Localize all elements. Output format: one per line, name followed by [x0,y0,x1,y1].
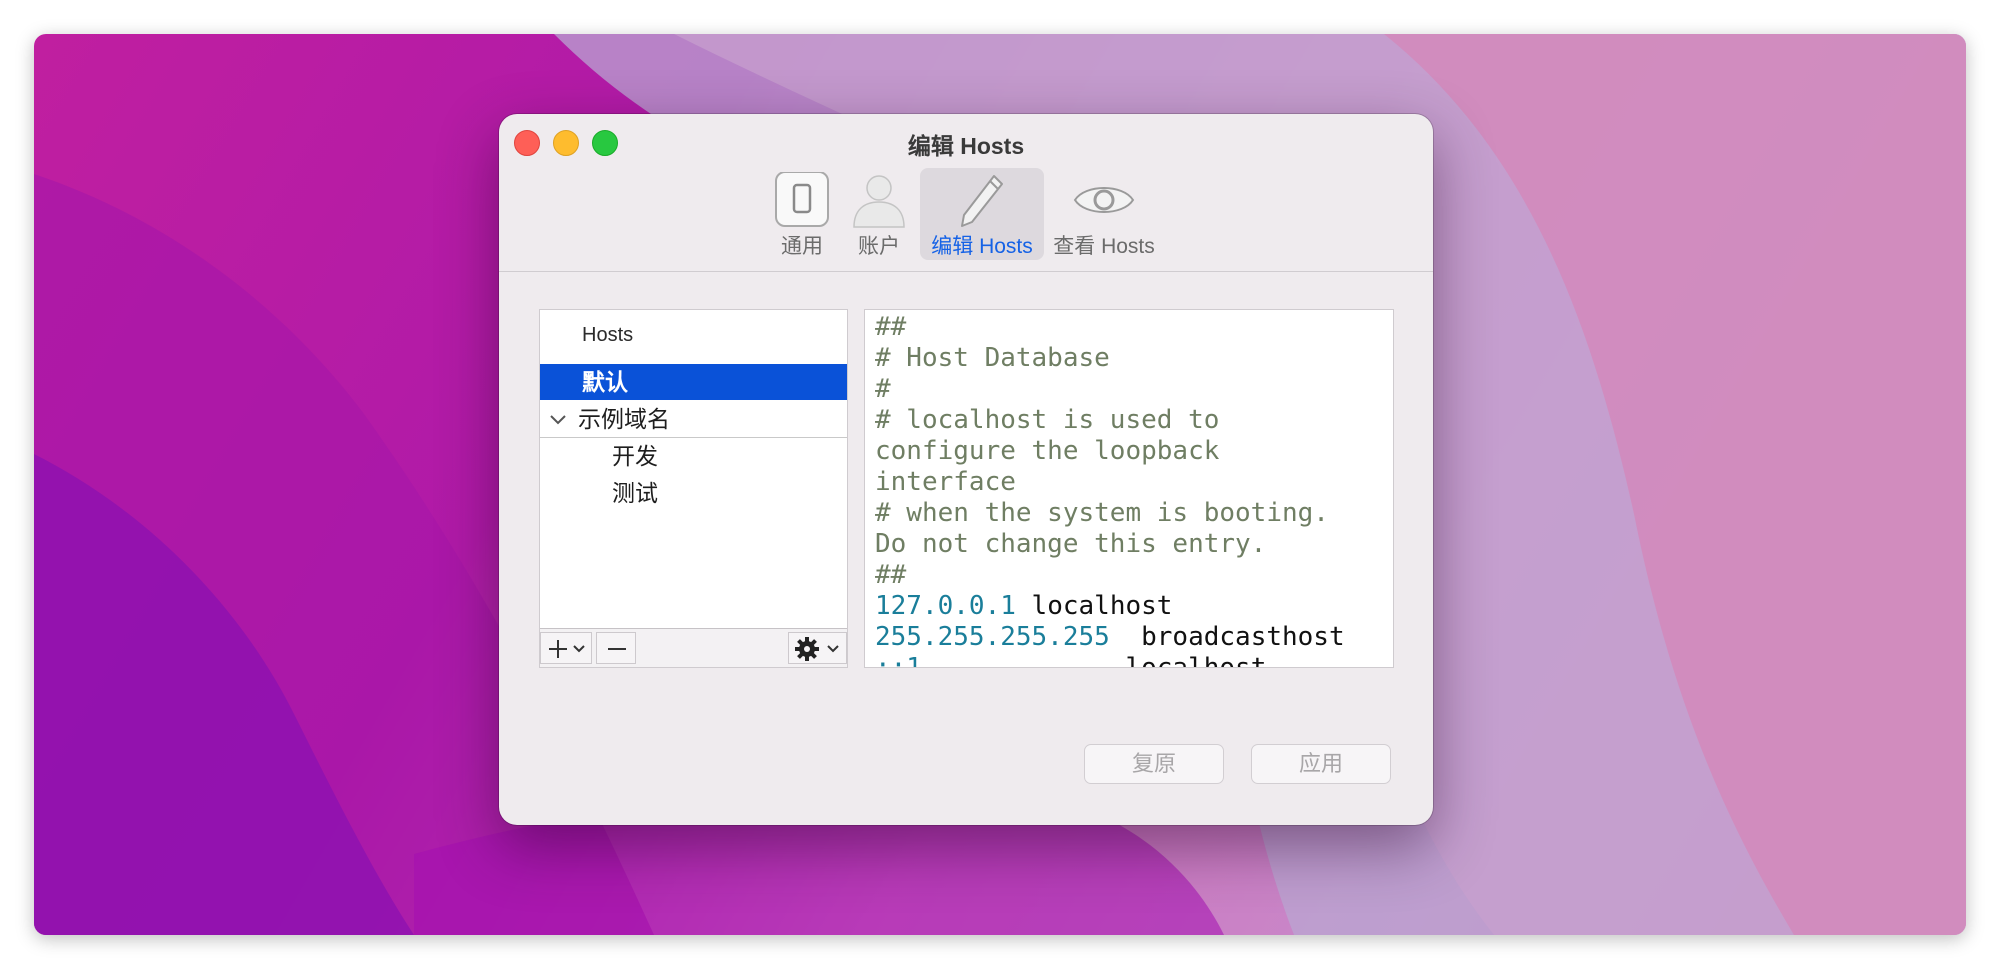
toolbar-divider [499,271,1433,272]
sidebar-action-bar [540,628,847,667]
hosts-editor[interactable]: ## # Host Database # # localhost is used… [864,309,1394,668]
tab-view-hosts-label: 查看 Hosts [1053,235,1155,258]
sidebar-item-label: 默认 [582,369,628,395]
host-entry-name: localhost [1031,591,1173,621]
plus-icon [549,640,585,658]
tab-general[interactable]: 通用 [764,168,840,260]
sidebar-item-label: 测试 [612,480,658,506]
comment-line: # Host Database [875,343,1110,373]
hosts-sidebar: Hosts 默认 示例域名 开发 测试 [539,309,848,668]
sidebar-item-label: 示例域名 [578,406,670,432]
titlebar: 编辑 Hosts 通用 账户 编辑 Hosts 查看 Hosts [499,114,1433,272]
host-entry-ip: 255.255.255.255 [875,622,1110,652]
tab-edit-hosts-label: 编辑 Hosts [931,235,1033,258]
sidebar-item-default[interactable]: 默认 [540,364,847,400]
pencil-icon [920,172,1044,228]
sidebar-item-test[interactable]: 测试 [540,475,847,511]
gear-menu-button[interactable] [788,632,847,664]
gear-icon [795,637,839,661]
tab-account[interactable]: 账户 [844,168,914,260]
tab-general-label: 通用 [781,235,823,258]
revert-button[interactable]: 复原 [1084,744,1224,784]
comment-line: # localhost is used to [875,405,1220,435]
sidebar-item-label: 开发 [612,443,658,469]
apply-button[interactable]: 应用 [1251,744,1391,784]
sidebar-item-dev[interactable]: 开发 [540,438,847,474]
person-icon [844,172,914,228]
host-entry-ip: 127.0.0.1 [875,591,1016,621]
comment-line: # when the system is booting. [875,498,1329,528]
host-entry-name: localhost [1125,653,1267,668]
comment-line: ## [875,560,907,590]
add-button[interactable] [540,632,592,664]
comment-line: configure the loopback [875,436,1220,466]
tab-view-hosts[interactable]: 查看 Hosts [1049,168,1159,260]
window-title: 编辑 Hosts [907,133,1025,159]
eye-icon [1049,172,1159,228]
tab-account-label: 账户 [858,235,900,258]
chevron-down-icon[interactable] [548,401,568,437]
minus-icon [608,648,626,650]
edit-hosts-window: 编辑 Hosts 通用 账户 编辑 Hosts 查看 Hosts Hosts 默… [499,114,1433,825]
host-entry-ip: ::1 [875,653,922,668]
sidebar-header: Hosts [582,324,634,346]
comment-line: ## [875,312,907,342]
hosts-text[interactable]: ## # Host Database # # localhost is used… [875,312,1345,668]
phone-icon [764,171,840,228]
comment-line: interface [875,467,1016,497]
comment-line: Do not change this entry. [875,529,1267,559]
host-entry-name: broadcasthost [1141,622,1345,652]
remove-button[interactable] [596,632,636,664]
sidebar-item-example-domains[interactable]: 示例域名 [540,401,847,437]
tab-edit-hosts[interactable]: 编辑 Hosts [920,168,1044,260]
comment-line: # [875,374,891,404]
